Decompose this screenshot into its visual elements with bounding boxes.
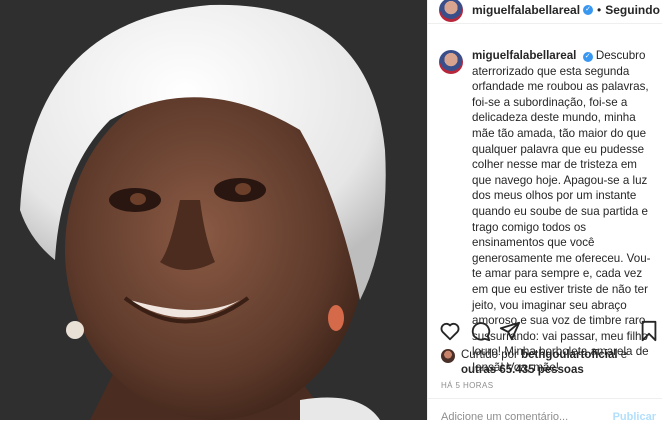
caption-username[interactable]: miguelfalabellareal xyxy=(472,49,576,62)
author-username[interactable]: miguelfalabellareal xyxy=(472,3,580,17)
verified-badge-icon: ✓ xyxy=(583,5,594,15)
heart-icon[interactable] xyxy=(439,320,461,342)
likes-text: Curtido por bethgoulartoficial e outras … xyxy=(461,348,627,378)
publish-button[interactable]: Publicar xyxy=(613,411,656,423)
comment-icon[interactable] xyxy=(469,320,491,342)
post-header: miguelfalabellareal ✓ • Seguindo xyxy=(428,0,662,24)
liked-user[interactable]: bethgoulartoficial xyxy=(521,349,617,361)
post-timestamp[interactable]: HÁ 5 HORAS xyxy=(441,381,493,390)
post-panel: miguelfalabellareal ✓ • Seguindo miguelf… xyxy=(427,0,662,423)
portrait-image xyxy=(0,0,427,420)
liker-avatar[interactable] xyxy=(441,349,455,363)
caption-verified-badge-icon: ✓ xyxy=(582,52,593,62)
liked-prefix: Curtido por xyxy=(461,349,518,361)
share-icon[interactable] xyxy=(499,320,521,342)
liked-and: e xyxy=(620,349,628,361)
likes-summary: Curtido por bethgoulartoficial e outras … xyxy=(441,348,627,378)
comment-input[interactable]: Adicione um comentário... xyxy=(441,411,568,423)
separator-dot: • xyxy=(597,3,602,17)
following-button[interactable]: Seguindo xyxy=(605,3,660,17)
caption-avatar[interactable] xyxy=(439,50,463,74)
divider xyxy=(428,398,662,399)
author-avatar[interactable] xyxy=(439,0,463,22)
post-photo[interactable] xyxy=(0,0,427,420)
action-bar xyxy=(439,320,659,344)
liked-others[interactable]: outras 65.435 pessoas xyxy=(461,364,584,376)
bookmark-icon[interactable] xyxy=(639,320,659,342)
